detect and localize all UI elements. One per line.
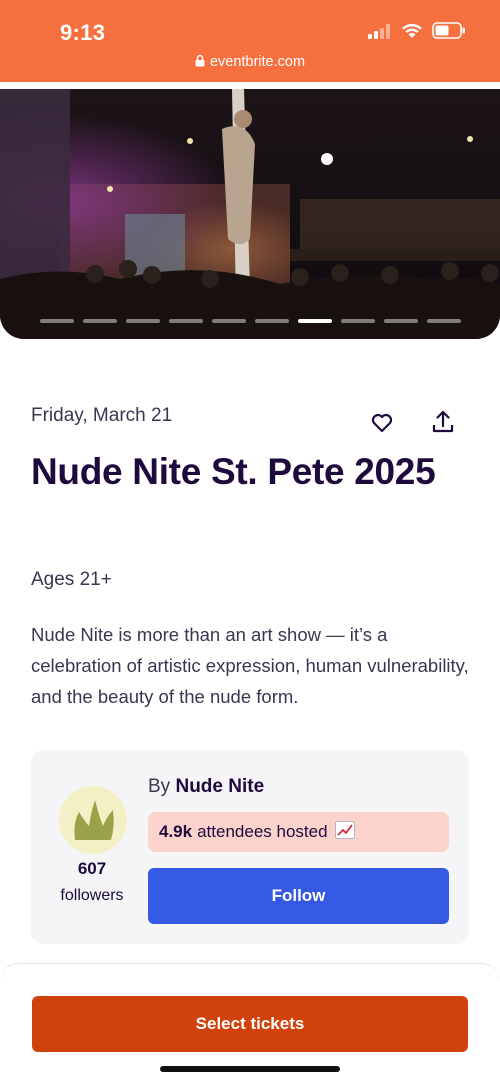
event-photo <box>0 89 500 339</box>
organizer-logo <box>74 800 114 840</box>
age-restriction: Ages 21+ <box>31 569 112 590</box>
organizer-name[interactable]: Nude Nite <box>175 776 264 797</box>
wifi-icon <box>402 23 422 38</box>
checkout-bar: Select tickets <box>0 963 500 1083</box>
select-tickets-button[interactable]: Select tickets <box>32 996 468 1052</box>
carousel-dot[interactable] <box>427 319 461 323</box>
hosted-text: attendees hosted <box>197 822 328 841</box>
event-summary: Nude Nite is more than an art show — it’… <box>31 624 469 707</box>
carousel-dot[interactable] <box>83 319 117 323</box>
carousel-dot[interactable] <box>384 319 418 323</box>
event-image-carousel[interactable] <box>0 89 500 339</box>
url-text: eventbrite.com <box>209 54 306 70</box>
share-button[interactable] <box>429 407 457 435</box>
lock-icon <box>195 54 205 67</box>
signal-icon <box>368 23 390 39</box>
event-date: Friday, March 21 <box>31 405 173 426</box>
carousel-indicators <box>40 319 461 323</box>
carousel-dot[interactable] <box>212 319 246 323</box>
chart-increasing-icon <box>334 820 355 844</box>
organizer-byline: By Nude Nite <box>148 776 264 798</box>
share-icon <box>432 410 454 433</box>
carousel-dot[interactable] <box>126 319 160 323</box>
follow-button[interactable]: Follow <box>148 868 449 924</box>
status-icons <box>368 22 466 39</box>
hosted-count: 4.9k <box>159 822 193 841</box>
carousel-dot[interactable] <box>255 319 289 323</box>
browser-status-bar: 9:13 eventbrite.com <box>0 0 500 82</box>
organizer-avatar[interactable] <box>59 786 127 854</box>
carousel-dot[interactable] <box>40 319 74 323</box>
like-button[interactable] <box>368 409 396 437</box>
status-time: 9:13 <box>60 20 106 45</box>
url-bar[interactable]: eventbrite.com <box>0 54 500 70</box>
battery-icon <box>432 22 465 39</box>
carousel-dot[interactable] <box>169 319 203 323</box>
followers-label: followers <box>60 887 124 904</box>
carousel-dot[interactable] <box>298 319 332 323</box>
by-prefix: By <box>148 776 171 797</box>
followers-count: 607 <box>77 859 107 878</box>
event-title: Nude Nite St. Pete 2025 <box>31 451 436 492</box>
organizer-card: 607 followers By Nude Nite 4.9k attendee… <box>31 750 469 944</box>
carousel-dot[interactable] <box>341 319 375 323</box>
home-indicator[interactable] <box>160 1066 340 1072</box>
heart-icon <box>371 413 393 433</box>
attendees-hosted-badge: 4.9k attendees hosted <box>148 812 449 852</box>
